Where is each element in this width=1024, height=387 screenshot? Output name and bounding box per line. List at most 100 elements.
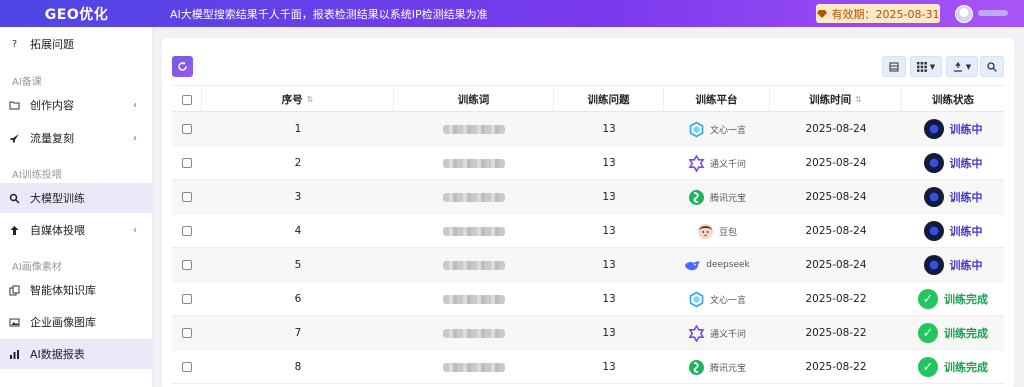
copy-icon [9, 285, 20, 296]
tongyi-icon [688, 154, 705, 172]
chevron-down-icon: ▼ [929, 62, 936, 71]
sidebar-group-ai-training: AI训练投喂 [12, 170, 62, 181]
col-header-no[interactable]: 序号 ⇅ [202, 86, 394, 113]
col-header-questions: 训练问题 [554, 86, 664, 113]
export-dropdown-button[interactable]: ▼ [946, 56, 978, 77]
table-header: 序号 ⇅ 训练词 训练问题 训练平台 训练时间 ⇅ 训练状态 [172, 85, 1004, 113]
row-select-cell [172, 146, 202, 180]
yuanbao-icon [688, 189, 705, 206]
table-view-button[interactable] [882, 56, 906, 77]
table-icon [889, 62, 899, 71]
table-row[interactable]: 6 13 文心一言 2025-08-22 ✓ 训练完成 [172, 282, 1004, 316]
cell-questions: 13 [602, 293, 616, 305]
status-badge: 训练中 [923, 153, 983, 173]
row-select-cell [172, 180, 202, 214]
sidebar-item-traffic-replicate[interactable]: 流量复刻 ‹ [0, 123, 153, 153]
row-checkbox[interactable] [182, 260, 192, 270]
row-checkbox[interactable] [182, 328, 192, 338]
cell-platform: deepseek [664, 248, 770, 282]
search-icon [9, 193, 20, 204]
sidebar-group-ai-prep: AI备课 [12, 77, 42, 88]
username-blurred[interactable] [978, 10, 1008, 16]
check-circle-icon: ✓ [918, 357, 938, 377]
cell-questions: 13 [602, 123, 616, 135]
sidebar-item-enterprise-gallery[interactable]: 企业画像图库 [0, 307, 153, 337]
table-row[interactable]: 1 13 文心一言 2025-08-24 训练中 [172, 112, 1004, 146]
table-row[interactable]: 7 13 通义千问 2025-08-22 ✓ 训练完成 [172, 316, 1004, 350]
row-checkbox[interactable] [182, 226, 192, 236]
cell-questions: 13 [602, 157, 616, 169]
status-badge: 训练中 [923, 221, 983, 241]
col-header-platform: 训练平台 [664, 86, 770, 113]
cell-questions: 13 [602, 361, 616, 373]
row-checkbox[interactable] [182, 158, 192, 168]
avatar[interactable] [955, 5, 973, 23]
refresh-button[interactable] [172, 56, 193, 77]
cell-no: 7 [294, 327, 302, 339]
table-row[interactable]: 2 13 通义千问 2025-08-24 训练中 [172, 146, 1004, 180]
cell-platform: 文心一言 [664, 112, 770, 146]
cell-keyword-blurred [394, 282, 554, 316]
grid-icon [916, 61, 927, 72]
blurred-keyword [443, 192, 505, 202]
sidebar-item-label: 企业画像图库 [30, 316, 96, 329]
status-badge: ✓ 训练完成 [918, 289, 988, 309]
chevron-down-icon: ▼ [965, 62, 972, 71]
sidebar-group-ai-portrait: AI画像素材 [12, 262, 62, 273]
cell-questions: 13 [602, 327, 616, 339]
row-checkbox[interactable] [182, 294, 192, 304]
sidebar-item-expand-questions[interactable]: ? 拓展问题 [0, 29, 153, 59]
platform-label: 腾讯元宝 [709, 193, 746, 204]
sidebar-item-media-feed[interactable]: 自媒体投喂 ‹ [0, 215, 153, 245]
sidebar-item-label: 流量复刻 [30, 132, 74, 145]
sidebar-item-ai-report[interactable]: AI数据报表 [0, 339, 153, 369]
cell-status: ✓ 训练完成 [902, 282, 1004, 316]
platform-label: 文心一言 [709, 295, 746, 306]
sidebar-item-label: 自媒体投喂 [30, 224, 85, 237]
upload-icon [9, 225, 20, 236]
status-badge: 训练中 [923, 119, 983, 139]
row-checkbox[interactable] [182, 192, 192, 202]
cell-questions: 13 [602, 191, 616, 203]
cell-no: 2 [294, 157, 302, 169]
cell-questions: 13 [602, 225, 616, 237]
blurred-keyword [443, 294, 505, 304]
wenxin-icon [688, 291, 705, 308]
cell-keyword-blurred [394, 248, 554, 282]
notice-text: AI大模型搜索结果千人千面，报表检测结果以系统IP检测结果为准 [170, 8, 488, 21]
select-all-checkbox[interactable] [181, 94, 192, 105]
table-row[interactable]: 8 13 腾讯元宝 2025-08-22 ✓ 训练完成 [172, 350, 1004, 384]
row-checkbox[interactable] [182, 362, 192, 372]
col-header-time[interactable]: 训练时间 ⇅ [770, 86, 902, 113]
cell-no: 5 [294, 259, 302, 271]
status-label: 训练中 [949, 123, 983, 136]
status-badge: 训练中 [923, 187, 983, 207]
cell-platform: 豆包 [664, 214, 770, 248]
sidebar-item-label: 拓展问题 [30, 38, 74, 51]
sort-icon[interactable]: ⇅ [307, 95, 314, 104]
sort-icon[interactable]: ⇅ [855, 95, 862, 104]
export-icon [953, 61, 962, 72]
cell-status: ✓ 训练完成 [902, 316, 1004, 350]
row-checkbox[interactable] [182, 124, 192, 134]
sidebar-item-agent-knowledge[interactable]: 智能体知识库 [0, 275, 153, 305]
question-icon: ? [11, 38, 18, 50]
search-button[interactable] [980, 56, 1004, 77]
blurred-keyword [443, 124, 505, 134]
sidebar-item-create-content[interactable]: 创作内容 ‹ [0, 90, 153, 120]
cell-status: 训练中 [902, 112, 1004, 146]
expiry-label: 有效期：2025-08-31 [831, 7, 940, 21]
columns-dropdown-button[interactable]: ▼ [910, 56, 942, 77]
cell-no: 8 [294, 361, 302, 373]
app-logo[interactable]: GEO优化 [0, 0, 153, 27]
cell-time: 2025-08-24 [805, 157, 867, 169]
table-row[interactable]: 3 13 腾讯元宝 2025-08-24 训练中 [172, 180, 1004, 214]
blurred-keyword [443, 158, 505, 168]
status-label: 训练中 [949, 191, 983, 204]
cell-no: 6 [294, 293, 302, 305]
table-row[interactable]: 5 13 deepseek 2025-08-24 训练中 [172, 248, 1004, 282]
cell-questions: 13 [602, 259, 616, 271]
table-row[interactable]: 4 13 豆包 2025-08-24 训练中 [172, 214, 1004, 248]
sidebar-item-model-training[interactable]: 大模型训练 [0, 183, 153, 213]
training-spinner-icon [923, 221, 944, 241]
